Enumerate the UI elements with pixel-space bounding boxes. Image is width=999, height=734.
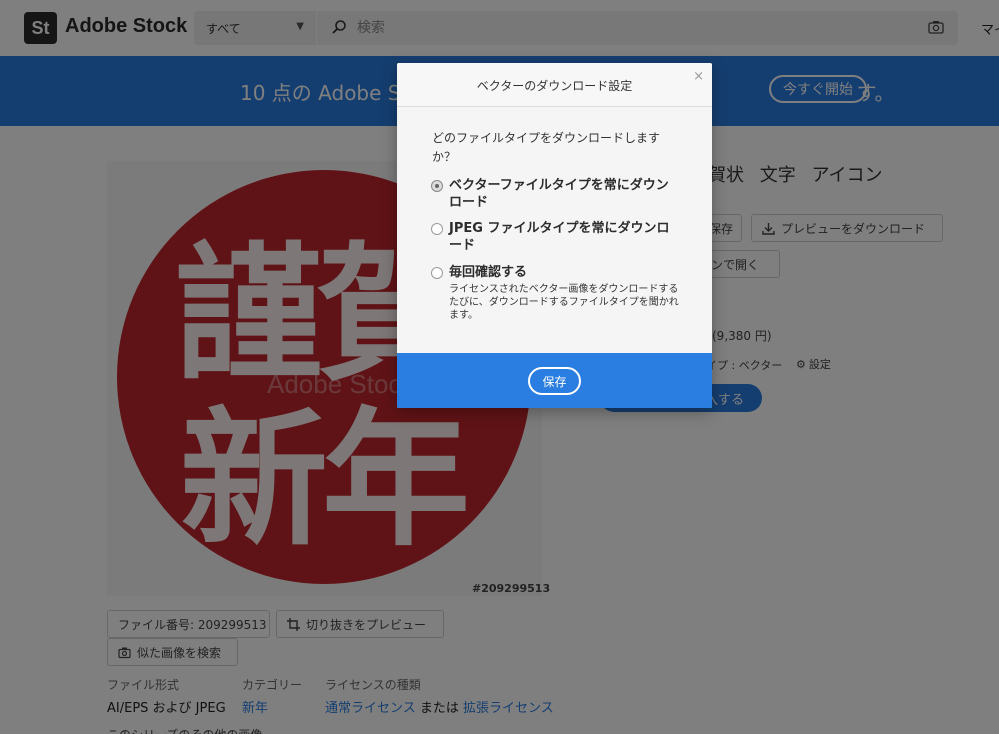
dialog-footer: 保存 (397, 353, 712, 408)
radio-ask-every-time[interactable] (431, 267, 443, 279)
radio-always-jpeg[interactable] (431, 223, 443, 235)
option-ask-every-time[interactable]: 毎回確認する ライセンスされたベクター画像をダウンロードするたびに、ダウンロード… (431, 264, 681, 322)
dialog-header: ベクターのダウンロード設定 × (397, 63, 712, 107)
option-label: ベクターファイルタイプを常にダウンロード (449, 177, 681, 211)
dialog-question: どのファイルタイプをダウンロードしますか？ (432, 129, 677, 167)
radio-always-vector[interactable] (431, 180, 443, 192)
save-button[interactable]: 保存 (528, 367, 581, 395)
option-always-vector[interactable]: ベクターファイルタイプを常にダウンロード (431, 177, 681, 211)
option-description: ライセンスされたベクター画像をダウンロードするたびに、ダウンロードするファイルタ… (449, 283, 681, 322)
option-always-jpeg[interactable]: JPEG ファイルタイプを常にダウンロード (431, 220, 681, 254)
option-label: 毎回確認する (449, 264, 681, 281)
option-label: JPEG ファイルタイプを常にダウンロード (449, 220, 681, 254)
dialog-title: ベクターのダウンロード設定 (397, 77, 712, 94)
vector-download-settings-dialog: ベクターのダウンロード設定 × どのファイルタイプをダウンロードしますか？ ベク… (397, 63, 712, 408)
close-icon[interactable]: × (693, 69, 704, 84)
